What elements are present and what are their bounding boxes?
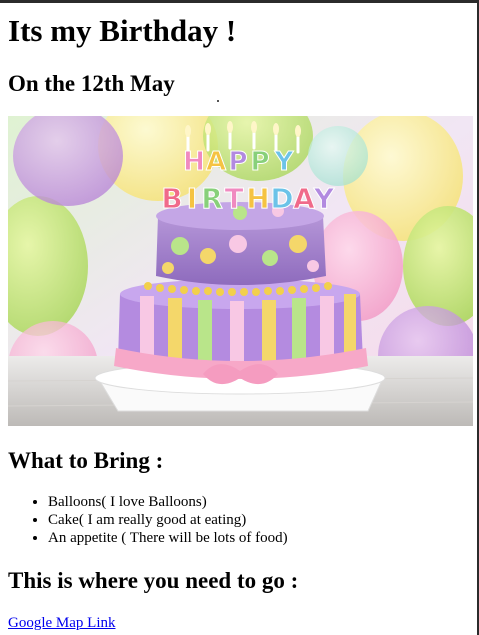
list-item: Balloons( I love Balloons) bbox=[48, 493, 288, 511]
svg-text:A: A bbox=[293, 182, 315, 215]
svg-text:Y: Y bbox=[313, 182, 335, 215]
svg-text:D: D bbox=[270, 182, 293, 215]
svg-text:B: B bbox=[161, 182, 182, 215]
svg-text:A: A bbox=[206, 147, 226, 177]
location-heading: This is where you need to go : bbox=[8, 568, 299, 593]
svg-text:R: R bbox=[201, 182, 223, 215]
svg-text:H: H bbox=[183, 147, 205, 177]
list-item: An appetite ( There will be lots of food… bbox=[48, 529, 288, 547]
birthday-cake-photo: H A P P Y B I R T H D A Y bbox=[8, 116, 473, 426]
svg-text:T: T bbox=[224, 182, 243, 215]
google-map-link[interactable]: Google Map Link bbox=[8, 614, 115, 632]
list-item: Cake( I am really good at eating) bbox=[48, 511, 288, 529]
what-to-bring-heading: What to Bring : bbox=[8, 448, 164, 473]
window-top-border bbox=[0, 0, 479, 3]
svg-text:I: I bbox=[187, 182, 197, 215]
bring-list: Balloons( I love Balloons) Cake( I am re… bbox=[8, 493, 288, 547]
svg-text:Y: Y bbox=[274, 147, 295, 177]
svg-text:H: H bbox=[246, 182, 269, 215]
date-heading: On the 12th May bbox=[8, 71, 175, 96]
stray-dot bbox=[217, 100, 219, 102]
svg-text:P: P bbox=[250, 147, 269, 177]
page-title: Its my Birthday ! bbox=[8, 13, 237, 48]
svg-text:P: P bbox=[228, 147, 247, 177]
